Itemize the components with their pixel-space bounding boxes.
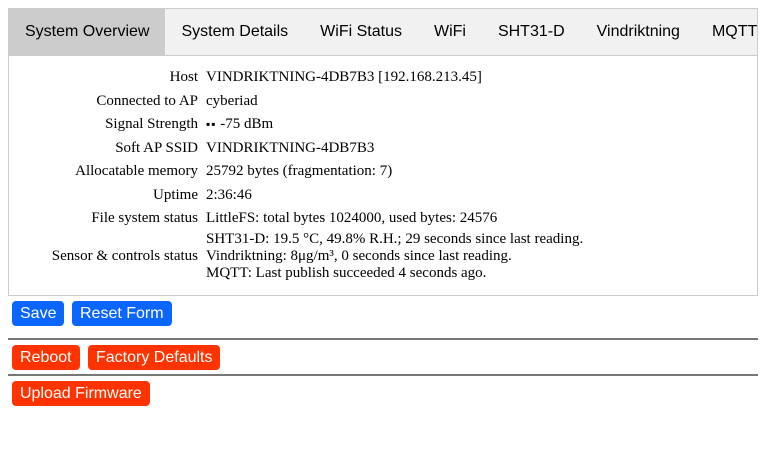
tab-system-details[interactable]: System Details <box>165 9 304 55</box>
sensor-status-line-sht31d: SHT31-D: 19.5 °C, 49.8% R.H.; 29 seconds… <box>206 230 584 247</box>
overview-table: Host VINDRIKTNING-4DB7B3 [192.168.213.45… <box>29 66 587 282</box>
tab-bar: System Overview System Details WiFi Stat… <box>8 8 758 56</box>
fs-value: LittleFS: total bytes 1024000, used byte… <box>206 210 498 227</box>
factory-defaults-button[interactable]: Factory Defaults <box>88 345 221 370</box>
memory-label: Allocatable memory <box>75 163 198 180</box>
reboot-button[interactable]: Reboot <box>12 345 80 370</box>
tab-wifi-status[interactable]: WiFi Status <box>304 9 418 55</box>
divider <box>8 374 758 376</box>
sensors-value: SHT31-D: 19.5 °C, 49.8% R.H.; 29 seconds… <box>202 231 587 282</box>
upload-firmware-button[interactable]: Upload Firmware <box>12 381 150 406</box>
sensors-row: Sensor & controls status SHT31-D: 19.5 °… <box>29 231 587 282</box>
memory-row: Allocatable memory 25792 bytes (fragment… <box>29 160 587 184</box>
system-overview-panel: Host VINDRIKTNING-4DB7B3 [192.168.213.45… <box>8 56 758 296</box>
sensor-status-line-vindriktning: Vindriktning: 8μg/m³, 0 seconds since la… <box>206 247 512 264</box>
signal-cell: ▪▪ -75 dBm <box>202 113 587 137</box>
divider <box>8 338 758 340</box>
ap-value: cyberiad <box>206 92 258 109</box>
ssid-row: Soft AP SSID VINDRIKTNING-4DB7B3 <box>29 137 587 161</box>
uptime-row: Uptime 2:36:46 <box>29 184 587 208</box>
host-label: Host <box>169 69 198 86</box>
signal-value: -75 dBm <box>220 116 274 133</box>
reset-form-button[interactable]: Reset Form <box>72 301 172 326</box>
ap-row: Connected to AP cyberiad <box>29 90 587 114</box>
tab-mqtt[interactable]: MQTT <box>696 9 766 55</box>
sensors-label: Sensor & controls status <box>51 247 198 264</box>
host-row: Host VINDRIKTNING-4DB7B3 [192.168.213.45… <box>29 66 587 90</box>
signal-row: Signal Strength ▪▪ -75 dBm <box>29 113 587 137</box>
tab-sht31d[interactable]: SHT31-D <box>482 9 581 55</box>
tab-vindriktning[interactable]: Vindriktning <box>581 9 696 55</box>
tab-wifi[interactable]: WiFi <box>418 9 482 55</box>
memory-value: 25792 bytes (fragmentation: 7) <box>206 163 393 180</box>
fs-label: File system status <box>91 210 198 227</box>
save-button[interactable]: Save <box>12 301 65 326</box>
uptime-label: Uptime <box>153 186 198 203</box>
sensor-status-line-mqtt: MQTT: Last publish succeeded 4 seconds a… <box>206 264 487 281</box>
ap-label: Connected to AP <box>96 92 198 109</box>
host-value: VINDRIKTNING-4DB7B3 [192.168.213.45] <box>206 69 482 86</box>
uptime-value: 2:36:46 <box>206 186 252 203</box>
signal-bars-icon: ▪▪ <box>206 117 217 132</box>
tab-system-overview[interactable]: System Overview <box>9 9 166 55</box>
fs-row: File system status LittleFS: total bytes… <box>29 207 587 231</box>
ssid-label: Soft AP SSID <box>115 139 198 156</box>
signal-label: Signal Strength <box>105 116 198 133</box>
ssid-value: VINDRIKTNING-4DB7B3 <box>206 139 375 156</box>
